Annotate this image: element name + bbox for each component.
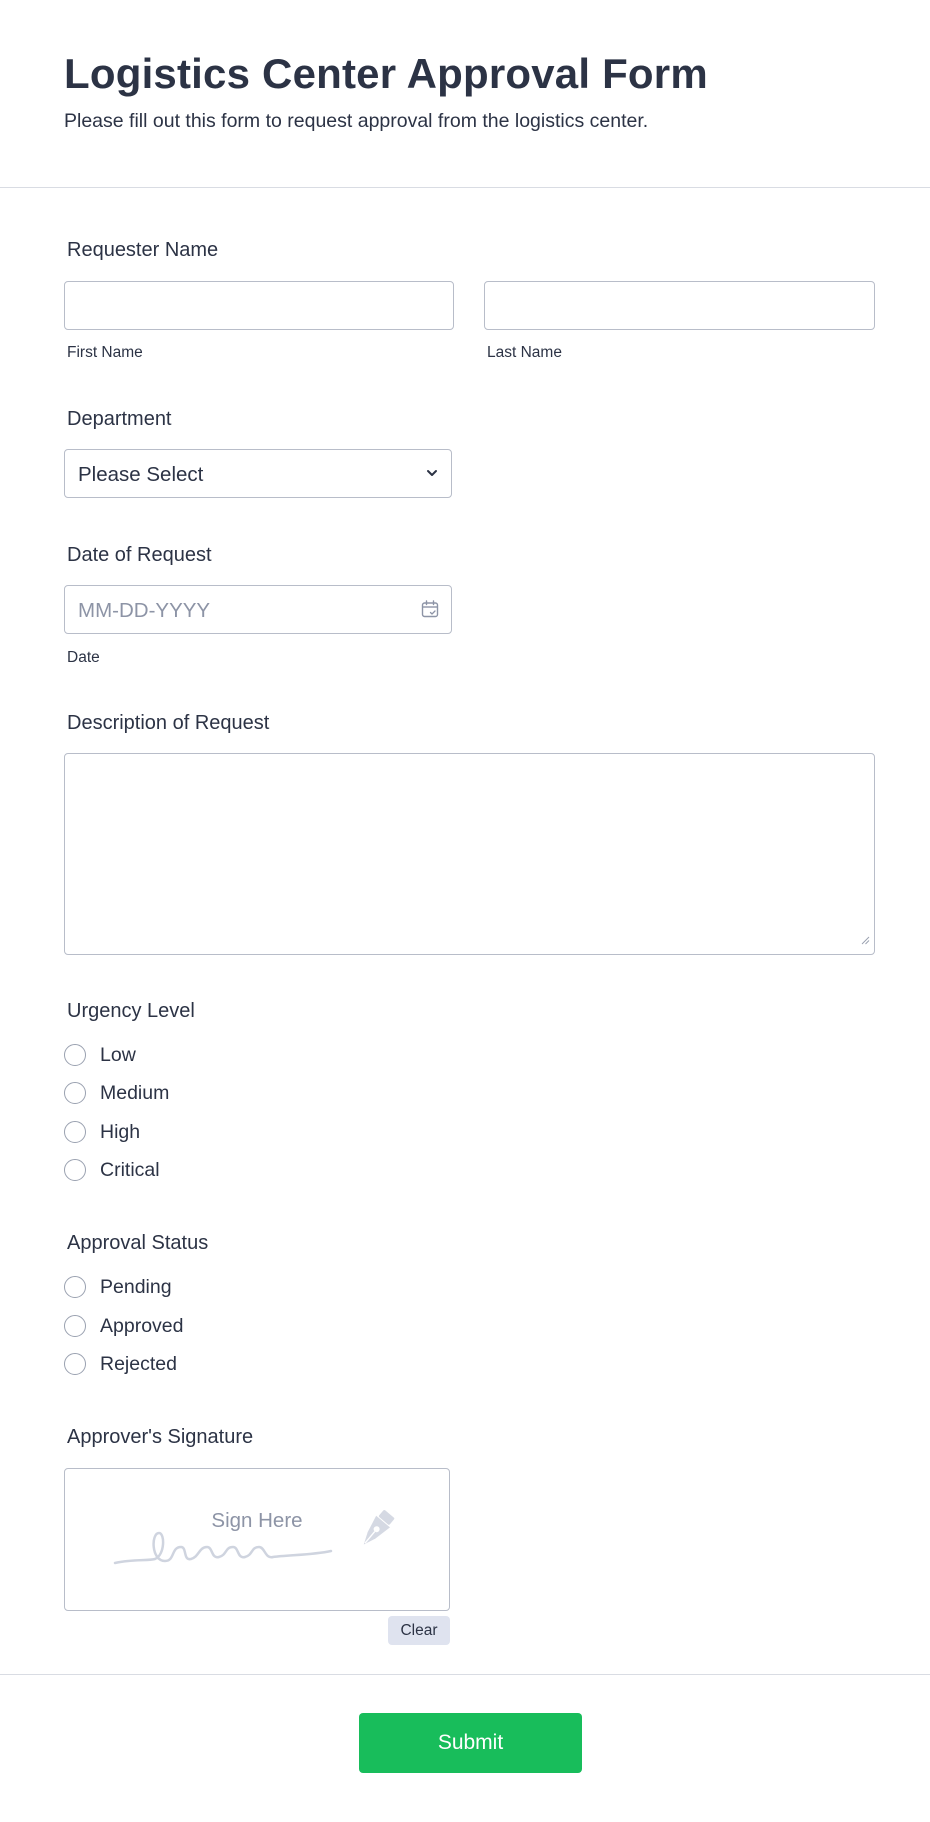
date-input[interactable]: MM-DD-YYYY: [64, 585, 452, 634]
radio-label: Approved: [100, 1314, 184, 1337]
footer-divider: [0, 1674, 930, 1675]
submit-button[interactable]: Submit: [359, 1713, 582, 1773]
date-label: Date of Request: [67, 544, 212, 566]
clear-signature-button[interactable]: Clear: [388, 1616, 450, 1645]
radio-button[interactable]: [64, 1353, 86, 1375]
requester-name-label: Requester Name: [67, 239, 219, 261]
approval-option-approved[interactable]: Approved: [64, 1313, 183, 1339]
header-divider: [0, 187, 930, 188]
form-page: Logistics Center Approval Form Please fi…: [0, 0, 930, 1822]
approval-option-pending[interactable]: Pending: [64, 1274, 172, 1300]
radio-label: High: [100, 1120, 141, 1143]
radio-label: Medium: [100, 1081, 170, 1104]
radio-button[interactable]: [64, 1082, 86, 1104]
first-name-input[interactable]: [64, 281, 454, 330]
pen-nib-icon: [363, 1510, 395, 1545]
calendar-icon[interactable]: [421, 600, 439, 623]
approval-option-rejected[interactable]: Rejected: [64, 1351, 177, 1377]
radio-button[interactable]: [64, 1276, 86, 1298]
radio-button[interactable]: [64, 1044, 86, 1066]
radio-button[interactable]: [64, 1315, 86, 1337]
department-select[interactable]: Please Select: [64, 449, 452, 498]
radio-label: Pending: [100, 1275, 172, 1298]
resize-grip-icon[interactable]: [860, 932, 870, 950]
urgency-option-low[interactable]: Low: [64, 1042, 136, 1068]
radio-button[interactable]: [64, 1121, 86, 1143]
last-name-input[interactable]: [484, 281, 875, 330]
radio-button[interactable]: [64, 1159, 86, 1181]
urgency-option-critical[interactable]: Critical: [64, 1157, 160, 1183]
urgency-label: Urgency Level: [67, 1000, 195, 1022]
form-header: Logistics Center Approval Form Please fi…: [64, 50, 890, 133]
radio-label: Low: [100, 1043, 136, 1066]
chevron-down-icon: [425, 466, 439, 485]
urgency-option-medium[interactable]: Medium: [64, 1080, 169, 1106]
form-title: Logistics Center Approval Form: [64, 50, 708, 97]
date-sublabel: Date: [67, 649, 100, 666]
signature-pad[interactable]: Sign Here: [64, 1468, 450, 1611]
department-label: Department: [67, 408, 172, 430]
radio-label: Critical: [100, 1158, 160, 1181]
form-subtitle: Please fill out this form to request app…: [64, 110, 649, 132]
approval-status-label: Approval Status: [67, 1232, 209, 1254]
date-placeholder: MM-DD-YYYY: [78, 599, 211, 622]
last-name-sublabel: Last Name: [487, 344, 562, 361]
description-label: Description of Request: [67, 712, 270, 734]
description-textarea[interactable]: [64, 753, 875, 955]
signature-label: Approver's Signature: [67, 1426, 254, 1448]
department-selected-value: Please Select: [78, 463, 204, 486]
radio-label: Rejected: [100, 1352, 177, 1375]
urgency-option-high[interactable]: High: [64, 1119, 140, 1145]
first-name-sublabel: First Name: [67, 344, 143, 361]
